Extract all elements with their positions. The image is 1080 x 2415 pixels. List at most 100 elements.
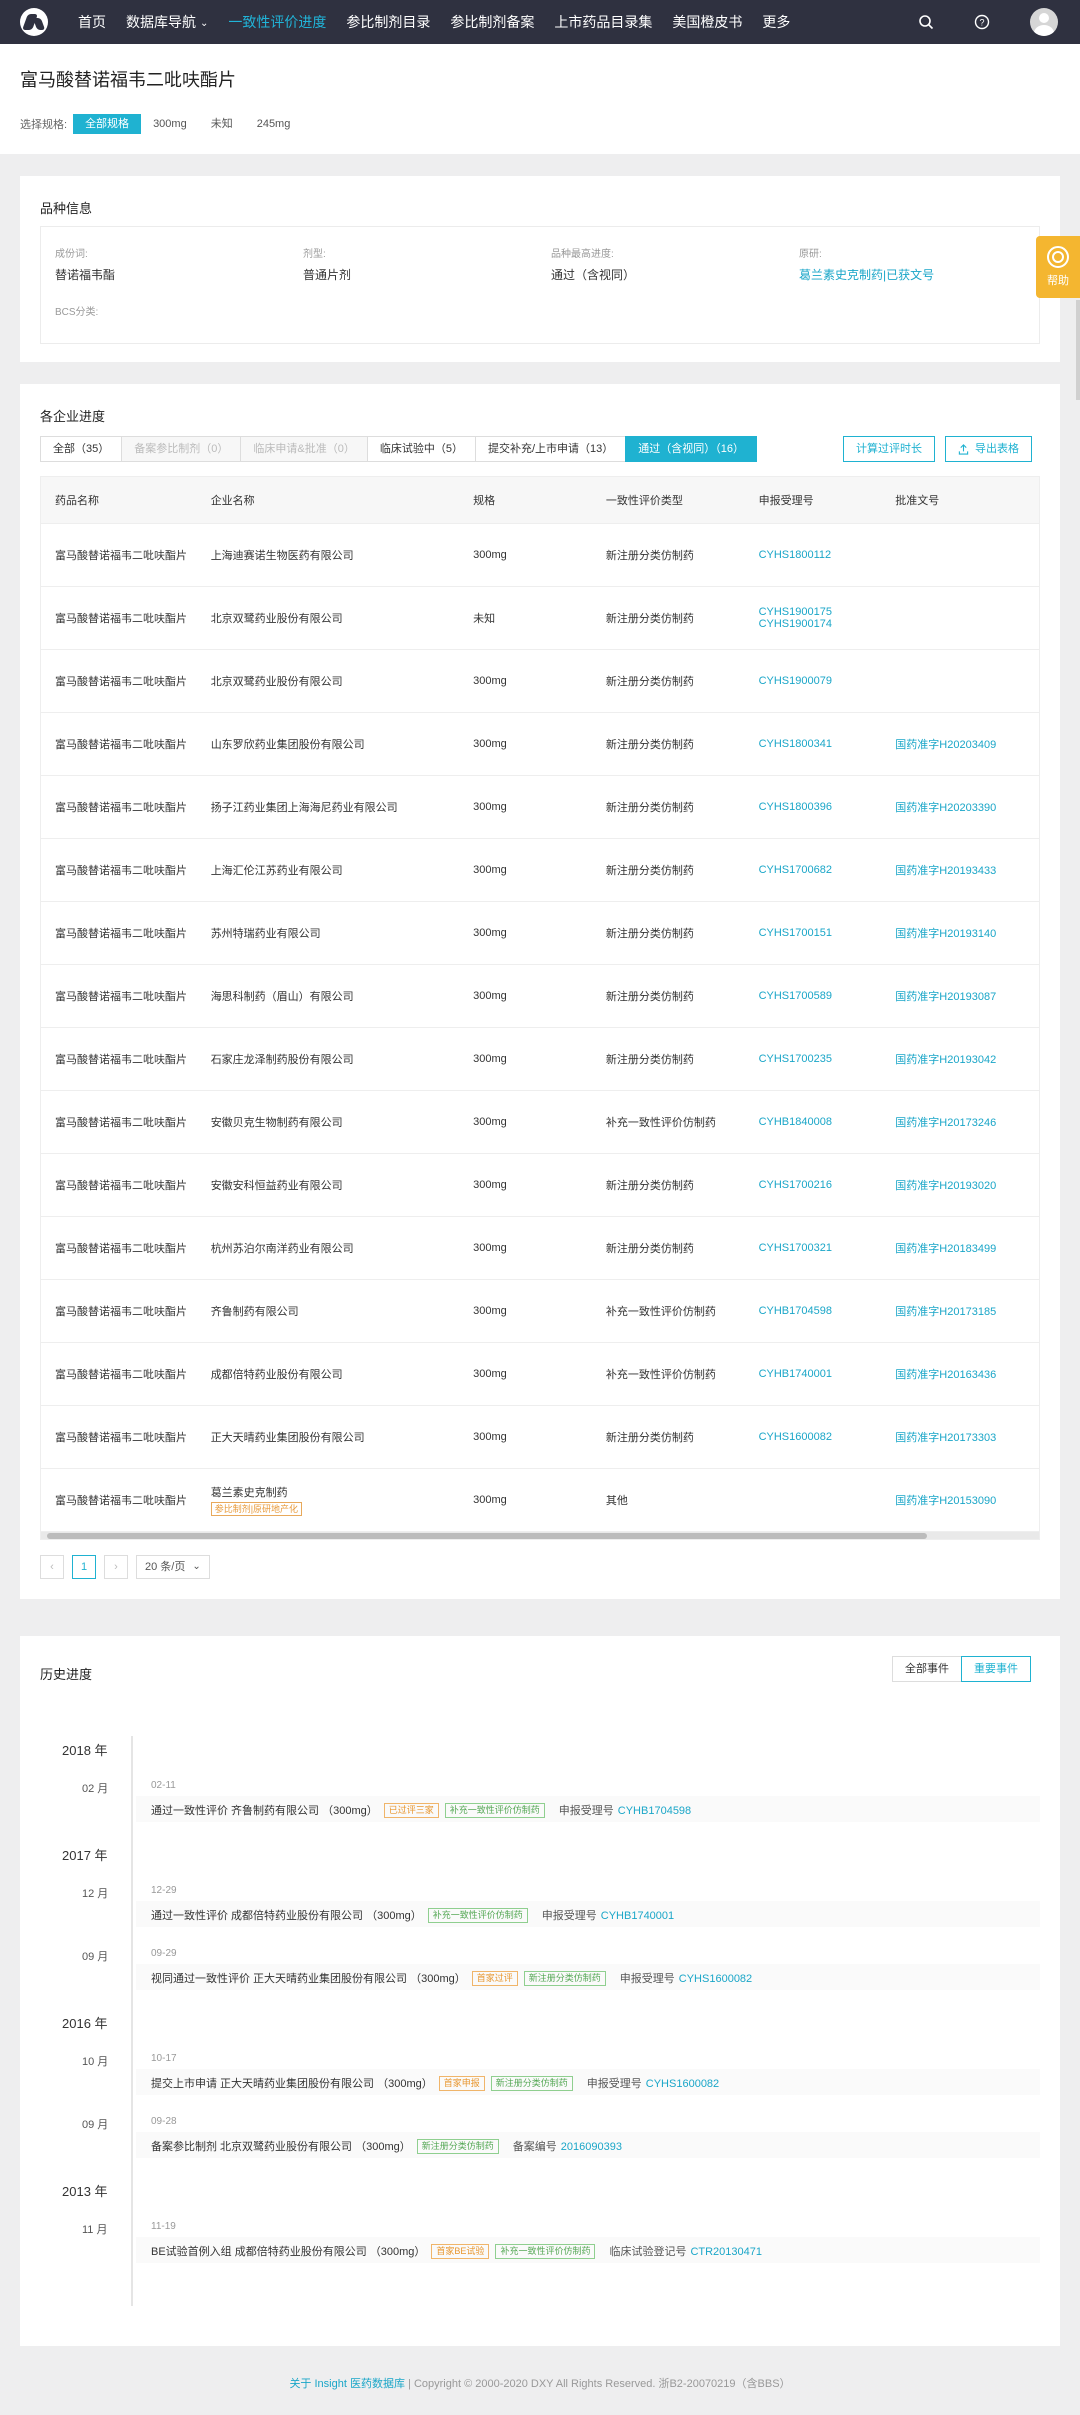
page-1-button[interactable]: 1 xyxy=(72,1555,96,1579)
progress-tab-5[interactable]: 通过（含视同）（16） xyxy=(625,436,758,462)
accept-number-link[interactable]: CYHS1700216 xyxy=(759,1179,896,1191)
cell-drug-name: 富马酸替诺福韦二吡呋酯片 xyxy=(55,1306,187,1318)
spec-option-2[interactable]: 未知 xyxy=(199,114,245,134)
approval-number-link[interactable]: 国药准字H20193140 xyxy=(895,925,1039,941)
nav-item-5[interactable]: 上市药品目录集 xyxy=(544,0,662,44)
cell-company: 苏州特瑞药业有限公司 xyxy=(211,925,473,941)
help-widget[interactable]: 帮助 xyxy=(1036,236,1080,298)
cell-spec: 300mg xyxy=(473,1368,507,1380)
event-meta-link[interactable]: CYHS1600082 xyxy=(679,1973,752,1985)
page-scrollbar[interactable] xyxy=(1076,300,1080,400)
event-meta-label: 临床试验登记号 xyxy=(609,2246,687,2258)
logo-icon[interactable] xyxy=(20,8,48,36)
calc-duration-button[interactable]: 计算过评时长 xyxy=(843,436,935,462)
next-page-button[interactable]: › xyxy=(104,1555,128,1579)
approval-number-link[interactable]: 国药准字H20183499 xyxy=(895,1240,1039,1256)
accept-number-link[interactable]: CYHB1704598 xyxy=(759,1305,896,1317)
approval-number-link[interactable]: 国药准字H20193042 xyxy=(895,1051,1039,1067)
approval-number-link[interactable]: 国药准字H20173185 xyxy=(895,1303,1039,1319)
nav-item-0[interactable]: 首页 xyxy=(68,0,116,44)
approval-number-link[interactable]: 国药准字H20193020 xyxy=(895,1177,1039,1193)
cell-company: 海思科制药（眉山）有限公司 xyxy=(211,988,473,1004)
event-meta: 备案编号 2016090393 xyxy=(513,2138,622,2154)
cell-eval-type: 补充一致性评价仿制药 xyxy=(605,1117,716,1129)
question-circle-icon[interactable]: ? xyxy=(974,14,990,30)
event-text: 通过一致性评价 齐鲁制药有限公司 （300mg） xyxy=(151,1805,378,1817)
accept-number-link[interactable]: CYHB1840008 xyxy=(759,1116,896,1128)
page-size-select[interactable]: 20 条/页 ⌄ xyxy=(136,1555,210,1579)
progress-tab-4[interactable]: 提交补充/上市申请（13） xyxy=(474,436,627,462)
accept-number-link[interactable]: CYHS1600082 xyxy=(759,1431,896,1443)
company-name: 安徽贝克生物制药有限公司 xyxy=(210,1117,343,1129)
search-icon[interactable] xyxy=(918,14,934,30)
approval-number-link[interactable]: 国药准字H20163436 xyxy=(895,1366,1039,1382)
approval-number-link[interactable]: 国药准字H20203409 xyxy=(895,736,1039,752)
event-meta-link[interactable]: CYHS1600082 xyxy=(646,2078,719,2090)
nav-item-2[interactable]: 一致性评价进度 xyxy=(218,0,336,44)
company-name: 北京双鹭药业股份有限公司 xyxy=(210,613,343,625)
table-row: 富马酸替诺福韦二吡呋酯片 齐鲁制药有限公司 300mg 补充一致性评价仿制药 CYHB1… xyxy=(41,1279,1039,1342)
progress-card: 各企业进度 全部（35） 备案参比制剂（0） 临床申请&批准（0） 临床试验中（5）提… xyxy=(20,384,1060,1599)
cell-approval-no: 国药准字H20203409 xyxy=(895,736,1039,752)
event-tag: 补充一致性评价仿制药 xyxy=(495,2243,596,2259)
spec-option-1[interactable]: 300mg xyxy=(141,114,199,134)
spec-option-3[interactable]: 245mg xyxy=(245,114,303,134)
event-line: 通过一致性评价 成都倍特药业股份有限公司 （300mg） 补充一致性评价仿制药 申报… xyxy=(151,1907,674,1923)
cell-accept-no: CYHS1800396 xyxy=(759,801,896,813)
accept-number-link[interactable]: CYHS1900174 xyxy=(759,618,896,630)
originator-link[interactable]: 葛兰素史克制药|已获文号 xyxy=(799,266,934,283)
accept-number-link[interactable]: CYHS1700235 xyxy=(759,1053,896,1065)
accept-number-link[interactable]: CYHS1800112 xyxy=(759,549,896,561)
approval-number-link[interactable]: 国药准字H20153090 xyxy=(895,1492,1039,1508)
scrollbar-thumb[interactable] xyxy=(47,1533,927,1539)
progress-tab-0[interactable]: 全部（35） xyxy=(40,436,123,462)
accept-number-link[interactable]: CYHS1800396 xyxy=(759,801,896,813)
accept-number-link[interactable]: CYHS1700682 xyxy=(759,864,896,876)
nav-item-7[interactable]: 更多 xyxy=(752,0,800,44)
accept-number-link[interactable]: CYHS1700151 xyxy=(759,927,896,939)
timeline-year: 2013 年 xyxy=(62,2184,108,2199)
field-ingredient: 成份词: 替诺福韦酯 xyxy=(55,249,116,282)
approval-number-link[interactable]: 国药准字H20203390 xyxy=(895,799,1039,815)
export-table-button[interactable]: 导出表格 xyxy=(945,436,1032,462)
accept-number-link[interactable]: CYHS1800341 xyxy=(759,738,896,750)
table-row: 富马酸替诺福韦二吡呋酯片 石家庄龙泽制药股份有限公司 300mg 新注册分类仿制药 CY… xyxy=(41,1027,1039,1090)
nav-item-6[interactable]: 美国橙皮书 xyxy=(662,0,752,44)
cell-company: 安徽安科恒益药业有限公司 xyxy=(211,1177,473,1193)
cell-company: 北京双鹭药业股份有限公司 xyxy=(211,673,473,689)
cell-accept-no: CYHS1700589 xyxy=(759,990,896,1002)
nav-item-3[interactable]: 参比制剂目录 xyxy=(336,0,440,44)
event-line: 视同通过一致性评价 正大天晴药业集团股份有限公司 （300mg） 首家过评 新注册分… xyxy=(151,1970,752,1986)
table-scrollbar[interactable] xyxy=(41,1531,1039,1539)
event-meta: 申报受理号 CYHS1600082 xyxy=(620,1970,752,1986)
nav-item-4[interactable]: 参比制剂备案 xyxy=(440,0,544,44)
approval-number-link[interactable]: 国药准字H20173246 xyxy=(895,1114,1039,1130)
nav-item-label: 参比制剂备案 xyxy=(450,14,535,30)
all-events-button[interactable]: 全部事件 xyxy=(892,1656,962,1682)
cell-drug-name: 富马酸替诺福韦二吡呋酯片 xyxy=(55,802,187,814)
spec-option-0[interactable]: 全部规格 xyxy=(73,114,142,134)
accept-number-link[interactable]: CYHS1900079 xyxy=(759,675,896,687)
cell-eval-type: 新注册分类仿制药 xyxy=(605,739,694,751)
accept-number-link[interactable]: CYHS1900175 xyxy=(759,606,896,618)
cell-company: 上海迪赛诺生物医药有限公司 xyxy=(211,547,473,563)
approval-number-link[interactable]: 国药准字H20173303 xyxy=(895,1429,1039,1445)
progress-tab-3[interactable]: 临床试验中（5） xyxy=(366,436,476,462)
approval-number-link[interactable]: 国药准字H20193087 xyxy=(895,988,1039,1004)
pagination: ‹ 1 › 20 条/页 ⌄ xyxy=(40,1555,210,1579)
nav-item-1[interactable]: 数据库导航 ⌄ xyxy=(116,0,218,44)
event-meta-link[interactable]: CYHB1704598 xyxy=(618,1805,691,1817)
prev-page-button[interactable]: ‹ xyxy=(40,1555,64,1579)
footer-about-link[interactable]: 关于 Insight 医药数据库 xyxy=(289,2378,405,2390)
avatar-icon[interactable] xyxy=(1030,8,1058,36)
important-events-button[interactable]: 重要事件 xyxy=(961,1656,1031,1682)
event-meta-link[interactable]: CTR20130471 xyxy=(690,2246,762,2258)
event-meta-link[interactable]: 2016090393 xyxy=(561,2141,622,2153)
event-meta-link[interactable]: CYHB1740001 xyxy=(601,1910,674,1922)
cell-eval-type: 新注册分类仿制药 xyxy=(605,991,694,1003)
accept-number-link[interactable]: CYHS1700321 xyxy=(759,1242,896,1254)
cell-accept-no: CYHS1700235 xyxy=(759,1053,896,1065)
accept-number-link[interactable]: CYHS1700589 xyxy=(759,990,896,1002)
approval-number-link[interactable]: 国药准字H20193433 xyxy=(895,862,1039,878)
accept-number-link[interactable]: CYHB1740001 xyxy=(759,1368,896,1380)
